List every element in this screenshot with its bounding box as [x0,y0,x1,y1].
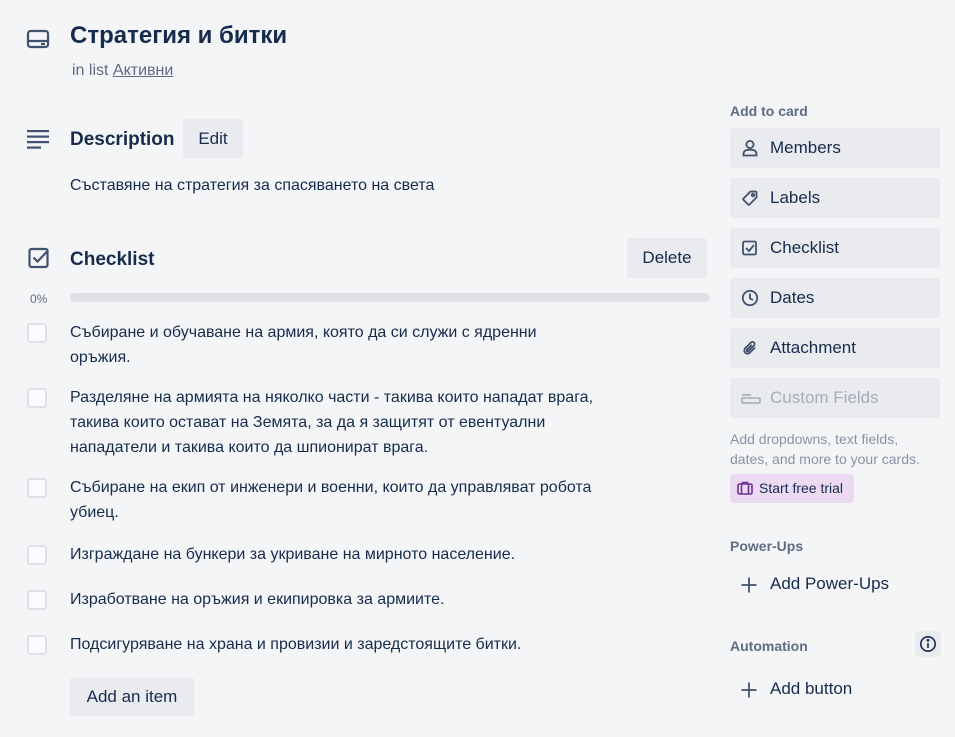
custom-fields-hint: Add dropdowns, text fields, dates, and m… [730,431,920,467]
checklist-item-checkbox[interactable] [27,635,47,655]
checkbox-icon [741,239,759,262]
add-button-label: Add button [770,679,853,698]
checklist-item-checkbox[interactable] [27,323,47,343]
checklist-item-text[interactable]: Подсигуряване на храна и провизии и заре… [70,632,600,657]
checklist-item-checkbox[interactable] [27,545,47,565]
description-icon [27,128,51,150]
labels-button[interactable]: Labels [730,178,940,218]
attachment-button[interactable]: Attachment [730,328,940,368]
description-edit-button[interactable]: Edit [183,119,243,158]
add-button-button[interactable]: Add button [730,670,940,710]
dates-button[interactable]: Dates [730,278,940,318]
in-list-prefix: in list [72,62,109,79]
checklist-item-checkbox[interactable] [27,590,47,610]
briefcase-icon [737,480,753,501]
members-label: Members [770,138,841,157]
add-checklist-item-button[interactable]: Add an item [70,677,194,716]
card-title[interactable]: Стратегия и битки [70,22,287,50]
description-heading: Description [70,129,175,150]
checklist-button[interactable]: Checklist [730,228,940,268]
start-free-trial-label: Start free trial [759,480,844,496]
checklist-item-text[interactable]: Изработване на оръжия и екипировка за ар… [70,587,600,612]
custom-fields-button[interactable]: Custom Fields [730,378,940,418]
plus-icon [740,681,758,704]
members-button[interactable]: Members [730,128,940,168]
add-powerups-button[interactable]: Add Power-Ups [730,565,940,605]
card-icon [26,27,50,51]
checklist-item-checkbox[interactable] [27,478,47,498]
checklist-item-text[interactable]: Събиране и обучаване на армия, която да … [70,320,600,370]
checklist-progress-bar [70,293,710,302]
attachment-label: Attachment [770,338,856,357]
checklist-item-text[interactable]: Разделяне на армията на няколко части - … [70,385,600,460]
checklist-label: Checklist [770,238,839,257]
checklist-item-text[interactable]: Събиране на екип от инженери и военни, к… [70,475,600,525]
info-icon [920,636,936,652]
labels-label: Labels [770,188,821,207]
dates-label: Dates [770,288,815,307]
checklist-icon [28,247,50,269]
checklist-progress-percent: 0% [30,292,48,306]
plus-icon [740,576,758,599]
custom-fields-label: Custom Fields [770,388,879,407]
start-free-trial-button[interactable]: Start free trial [730,474,854,503]
field-icon [741,389,761,412]
checklist-delete-button[interactable]: Delete [627,238,707,278]
checklist-item-text[interactable]: Изграждане на бункери за укриване на мир… [70,542,600,567]
in-list-text: in list Активни [72,62,173,80]
description-text[interactable]: Съставяне на стратегия за спасяването на… [70,177,434,195]
add-to-card-title: Add to card [730,103,808,119]
checklist-item-checkbox[interactable] [27,388,47,408]
checklist-heading[interactable]: Checklist [70,249,154,271]
clock-icon [741,289,759,312]
list-link[interactable]: Активни [113,62,173,79]
add-powerups-label: Add Power-Ups [770,574,890,593]
paperclip-icon [741,339,759,362]
automation-title: Automation [730,638,808,654]
person-icon [741,139,759,162]
powerups-title: Power-Ups [730,538,804,554]
tag-icon [741,189,759,212]
automation-info-button[interactable] [915,631,941,657]
